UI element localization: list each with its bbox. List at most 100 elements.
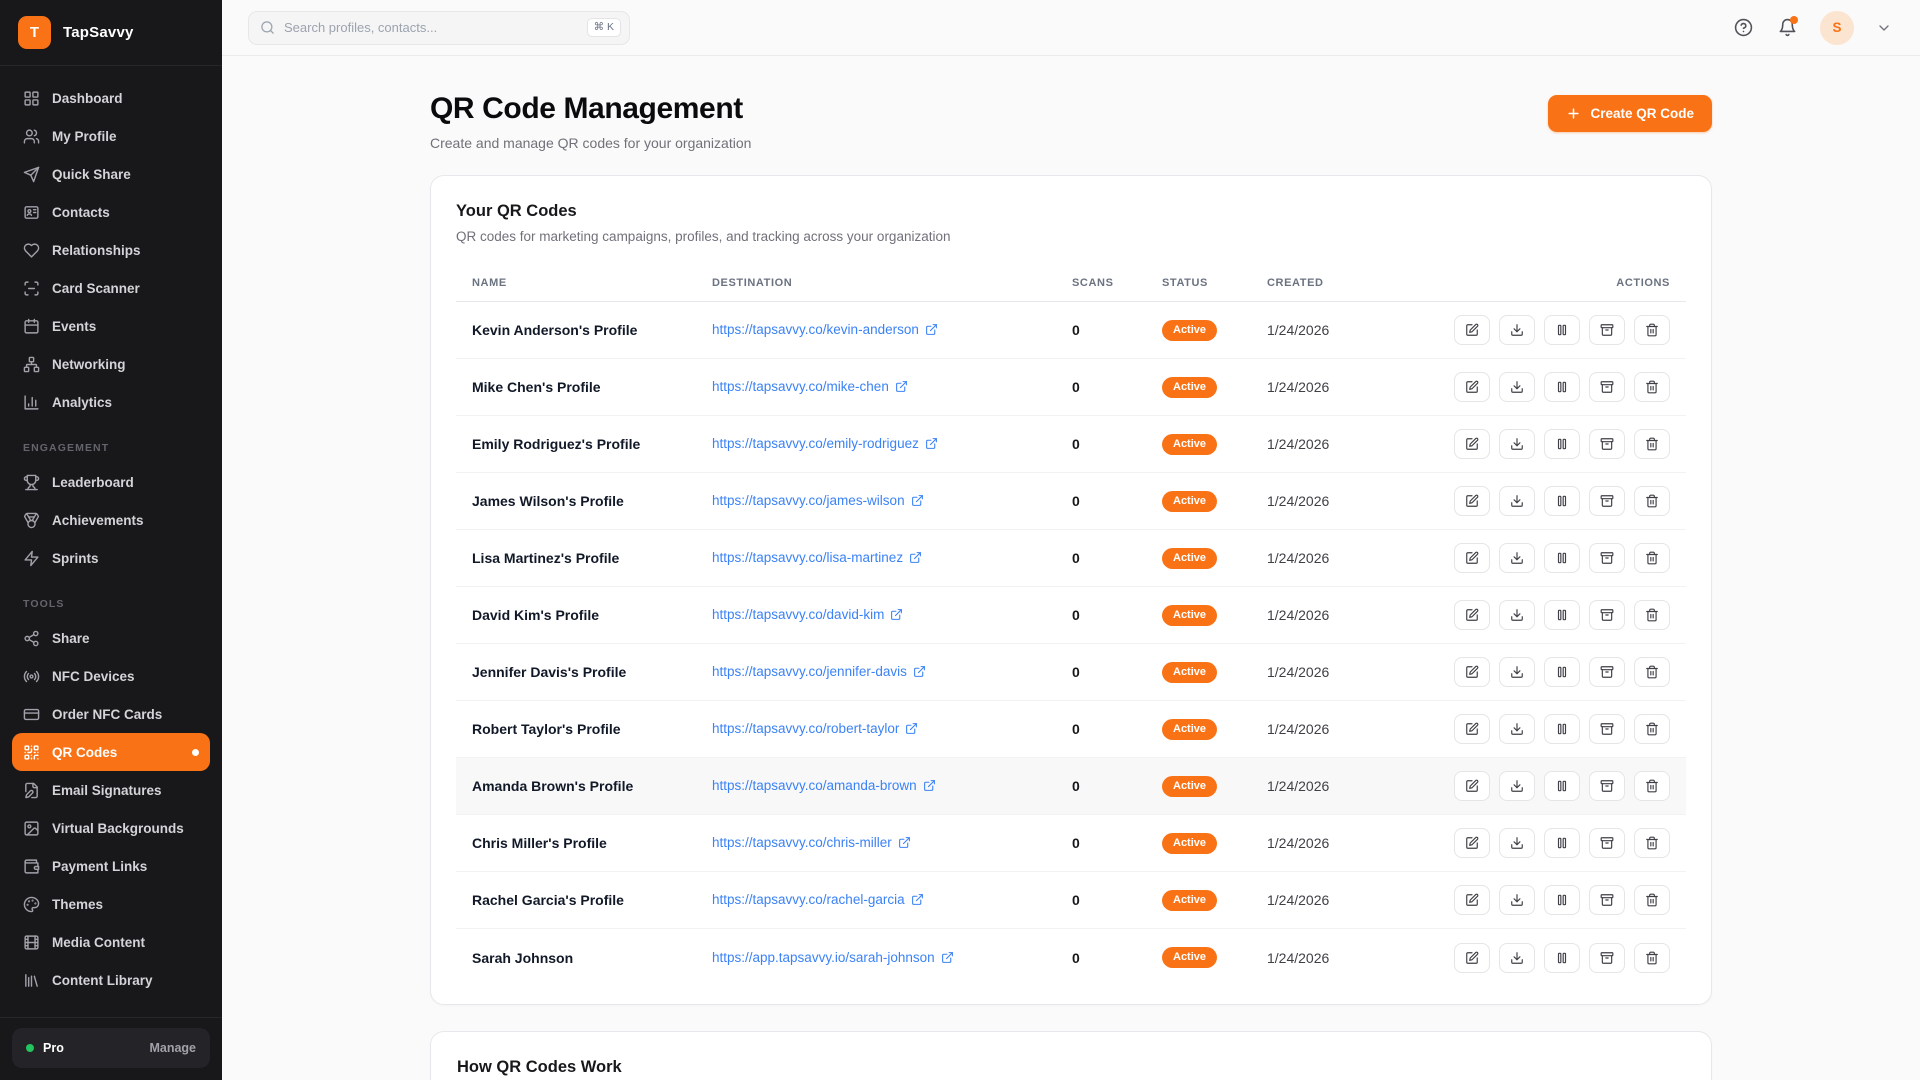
delete-button[interactable] <box>1634 600 1670 630</box>
pause-button[interactable] <box>1544 543 1580 573</box>
download-button[interactable] <box>1499 372 1535 402</box>
sidebar-item-content-library[interactable]: Content Library <box>12 961 210 999</box>
download-button[interactable] <box>1499 714 1535 744</box>
archive-button[interactable] <box>1589 828 1625 858</box>
delete-button[interactable] <box>1634 429 1670 459</box>
sidebar-item-qr-codes[interactable]: QR Codes <box>12 733 210 771</box>
archive-button[interactable] <box>1589 372 1625 402</box>
edit-button[interactable] <box>1454 429 1490 459</box>
chevron-down-icon[interactable] <box>1876 20 1892 36</box>
create-qr-code-button[interactable]: Create QR Code <box>1548 95 1712 132</box>
destination-link[interactable]: https://tapsavvy.co/david-kim <box>712 607 903 622</box>
sidebar-item-quick-share[interactable]: Quick Share <box>12 155 210 193</box>
archive-button[interactable] <box>1589 315 1625 345</box>
destination-link[interactable]: https://tapsavvy.co/rachel-garcia <box>712 892 924 907</box>
sidebar-item-themes[interactable]: Themes <box>12 885 210 923</box>
archive-button[interactable] <box>1589 543 1625 573</box>
sidebar-item-payment-links[interactable]: Payment Links <box>12 847 210 885</box>
destination-link[interactable]: https://tapsavvy.co/emily-rodriguez <box>712 436 938 451</box>
archive-button[interactable] <box>1589 429 1625 459</box>
pause-button[interactable] <box>1544 885 1580 915</box>
delete-button[interactable] <box>1634 714 1670 744</box>
sidebar-item-card-scanner[interactable]: Card Scanner <box>12 269 210 307</box>
archive-button[interactable] <box>1589 600 1625 630</box>
search-box[interactable]: ⌘ K <box>248 11 630 45</box>
delete-button[interactable] <box>1634 885 1670 915</box>
sidebar-item-analytics[interactable]: Analytics <box>12 383 210 421</box>
delete-button[interactable] <box>1634 657 1670 687</box>
archive-button[interactable] <box>1589 714 1625 744</box>
download-button[interactable] <box>1499 657 1535 687</box>
pause-button[interactable] <box>1544 714 1580 744</box>
delete-button[interactable] <box>1634 943 1670 973</box>
sidebar-item-email-signatures[interactable]: Email Signatures <box>12 771 210 809</box>
sidebar-item-share[interactable]: Share <box>12 619 210 657</box>
destination-link[interactable]: https://tapsavvy.co/jennifer-davis <box>712 664 926 679</box>
edit-button[interactable] <box>1454 543 1490 573</box>
download-button[interactable] <box>1499 429 1535 459</box>
pause-button[interactable] <box>1544 657 1580 687</box>
brand[interactable]: T TapSavvy <box>0 0 222 66</box>
pause-button[interactable] <box>1544 429 1580 459</box>
pause-button[interactable] <box>1544 372 1580 402</box>
archive-button[interactable] <box>1589 885 1625 915</box>
sidebar-item-virtual-backgrounds[interactable]: Virtual Backgrounds <box>12 809 210 847</box>
edit-button[interactable] <box>1454 372 1490 402</box>
edit-button[interactable] <box>1454 943 1490 973</box>
pause-button[interactable] <box>1544 600 1580 630</box>
destination-link[interactable]: https://tapsavvy.co/amanda-brown <box>712 778 936 793</box>
sidebar-item-dashboard[interactable]: Dashboard <box>12 79 210 117</box>
sidebar-item-nfc-devices[interactable]: NFC Devices <box>12 657 210 695</box>
edit-button[interactable] <box>1454 600 1490 630</box>
pause-button[interactable] <box>1544 486 1580 516</box>
sidebar-item-contacts[interactable]: Contacts <box>12 193 210 231</box>
notifications-button[interactable] <box>1776 17 1798 39</box>
sidebar-item-media-content[interactable]: Media Content <box>12 923 210 961</box>
destination-link[interactable]: https://tapsavvy.co/james-wilson <box>712 493 924 508</box>
avatar[interactable]: S <box>1820 11 1854 45</box>
edit-button[interactable] <box>1454 828 1490 858</box>
delete-button[interactable] <box>1634 486 1670 516</box>
destination-link[interactable]: https://tapsavvy.co/kevin-anderson <box>712 322 938 337</box>
delete-button[interactable] <box>1634 543 1670 573</box>
download-button[interactable] <box>1499 771 1535 801</box>
archive-button[interactable] <box>1589 943 1625 973</box>
download-button[interactable] <box>1499 543 1535 573</box>
edit-button[interactable] <box>1454 771 1490 801</box>
download-button[interactable] <box>1499 885 1535 915</box>
sidebar-item-events[interactable]: Events <box>12 307 210 345</box>
edit-button[interactable] <box>1454 315 1490 345</box>
sidebar-item-sprints[interactable]: Sprints <box>12 539 210 577</box>
pause-button[interactable] <box>1544 828 1580 858</box>
sidebar-item-leaderboard[interactable]: Leaderboard <box>12 463 210 501</box>
delete-button[interactable] <box>1634 828 1670 858</box>
pause-button[interactable] <box>1544 943 1580 973</box>
sidebar-item-order-nfc-cards[interactable]: Order NFC Cards <box>12 695 210 733</box>
pause-button[interactable] <box>1544 315 1580 345</box>
download-button[interactable] <box>1499 486 1535 516</box>
search-input[interactable] <box>284 20 578 35</box>
plan-manage-button[interactable]: Manage <box>149 1041 196 1055</box>
download-button[interactable] <box>1499 315 1535 345</box>
destination-link[interactable]: https://app.tapsavvy.io/sarah-johnson <box>712 950 954 965</box>
archive-button[interactable] <box>1589 486 1625 516</box>
sidebar-item-relationships[interactable]: Relationships <box>12 231 210 269</box>
edit-button[interactable] <box>1454 657 1490 687</box>
destination-link[interactable]: https://tapsavvy.co/chris-miller <box>712 835 911 850</box>
plan-pill[interactable]: Pro Manage <box>12 1028 210 1068</box>
destination-link[interactable]: https://tapsavvy.co/lisa-martinez <box>712 550 922 565</box>
destination-link[interactable]: https://tapsavvy.co/robert-taylor <box>712 721 918 736</box>
edit-button[interactable] <box>1454 486 1490 516</box>
edit-button[interactable] <box>1454 885 1490 915</box>
sidebar-item-networking[interactable]: Networking <box>12 345 210 383</box>
delete-button[interactable] <box>1634 315 1670 345</box>
delete-button[interactable] <box>1634 771 1670 801</box>
sidebar-item-my-profile[interactable]: My Profile <box>12 117 210 155</box>
pause-button[interactable] <box>1544 771 1580 801</box>
archive-button[interactable] <box>1589 771 1625 801</box>
destination-link[interactable]: https://tapsavvy.co/mike-chen <box>712 379 908 394</box>
download-button[interactable] <box>1499 943 1535 973</box>
edit-button[interactable] <box>1454 714 1490 744</box>
help-button[interactable] <box>1732 17 1754 39</box>
sidebar-item-achievements[interactable]: Achievements <box>12 501 210 539</box>
